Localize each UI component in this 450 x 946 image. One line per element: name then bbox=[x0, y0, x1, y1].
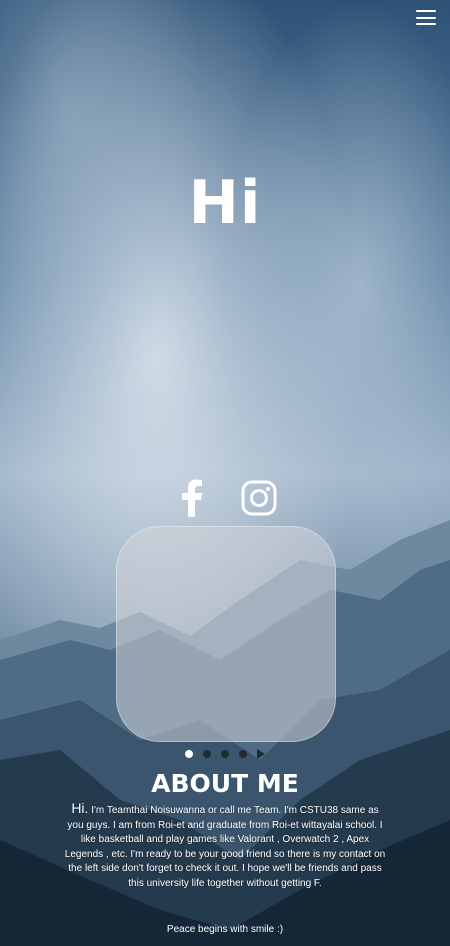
about-text: Hi. I'm Teamthai Noisuwanna or call me T… bbox=[62, 801, 388, 892]
carousel-dot-1[interactable] bbox=[185, 750, 193, 758]
carousel-indicators bbox=[0, 749, 450, 759]
about-greeting: Hi. bbox=[71, 800, 89, 816]
about-paragraph: I'm Teamthai Noisuwanna or call me Team.… bbox=[64, 805, 386, 889]
signoff-text: Peace begins with smile :) bbox=[166, 924, 284, 935]
carousel-dot-3[interactable] bbox=[221, 750, 229, 758]
hero-title: Hi bbox=[188, 168, 262, 238]
facebook-icon[interactable] bbox=[171, 478, 211, 518]
carousel-dot-4[interactable] bbox=[239, 750, 247, 758]
carousel-dot-2[interactable] bbox=[203, 750, 211, 758]
play-icon[interactable] bbox=[257, 749, 265, 759]
image-carousel[interactable] bbox=[116, 526, 336, 742]
instagram-icon[interactable] bbox=[239, 478, 279, 518]
hamburger-menu-icon[interactable] bbox=[416, 10, 436, 25]
social-links bbox=[0, 478, 450, 518]
about-title: ABOUT ME bbox=[151, 769, 299, 798]
